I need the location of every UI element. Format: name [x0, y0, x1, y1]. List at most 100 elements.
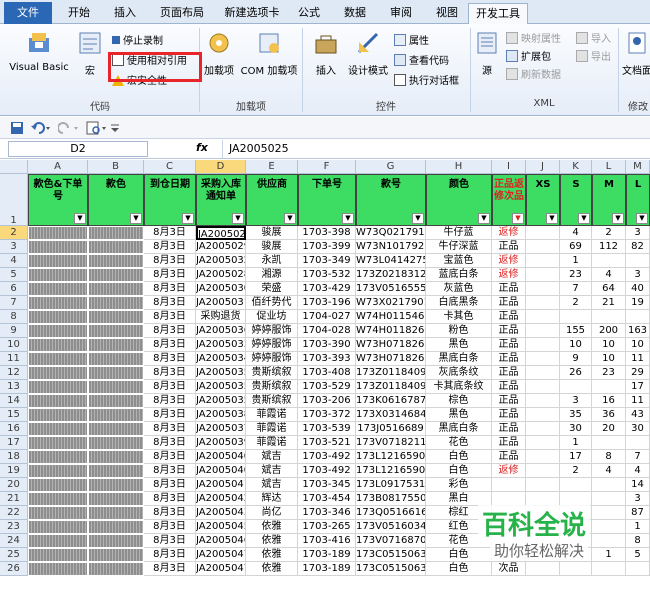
cell-H10[interactable]: 黑色: [426, 338, 492, 352]
cell-D14[interactable]: JA2005035: [196, 394, 246, 408]
cell-L20[interactable]: [592, 478, 626, 492]
cell-G24[interactable]: 173V0716870: [356, 534, 426, 548]
cell-B4[interactable]: [88, 254, 144, 268]
column-header-J[interactable]: J: [526, 160, 560, 174]
row-header-14[interactable]: 14: [0, 394, 28, 408]
cell-D15[interactable]: JA2005038: [196, 408, 246, 422]
cell-G25[interactable]: 173C0515063: [356, 548, 426, 562]
cell-E13[interactable]: 贵斯缤叙: [246, 380, 298, 394]
cell-I16[interactable]: 正品: [492, 422, 526, 436]
cell-A5[interactable]: [28, 268, 88, 282]
cell-I11[interactable]: 正品: [492, 352, 526, 366]
cell-G12[interactable]: 173Z0118409: [356, 366, 426, 380]
cell-M26[interactable]: [626, 562, 650, 576]
cell-F19[interactable]: 1703-492: [298, 464, 356, 478]
cell-K9[interactable]: 155: [560, 324, 592, 338]
cell-F8[interactable]: 1704-027: [298, 310, 356, 324]
cell-A15[interactable]: [28, 408, 88, 422]
row-header-3[interactable]: 3: [0, 240, 28, 254]
select-all-corner[interactable]: [0, 160, 28, 174]
cell-E15[interactable]: 菲霞诺: [246, 408, 298, 422]
cell-M23[interactable]: 1: [626, 520, 650, 534]
tab-6[interactable]: 数据: [336, 3, 374, 24]
column-header-M[interactable]: M: [626, 160, 650, 174]
cell-B25[interactable]: [88, 548, 144, 562]
cell-M11[interactable]: 11: [626, 352, 650, 366]
cell-F11[interactable]: 1703-393: [298, 352, 356, 366]
row-header-18[interactable]: 18: [0, 450, 28, 464]
expansion-packs-button[interactable]: 扩展包: [506, 50, 551, 66]
cell-G21[interactable]: 173B0817550: [356, 492, 426, 506]
column-header-H[interactable]: H: [426, 160, 492, 174]
cell-M12[interactable]: 29: [626, 366, 650, 380]
cell-A25[interactable]: [28, 548, 88, 562]
cell-H4[interactable]: 宝蓝色: [426, 254, 492, 268]
cell-C12[interactable]: 8月3日: [144, 366, 196, 380]
cell-M22[interactable]: 87: [626, 506, 650, 520]
cell-M21[interactable]: 3: [626, 492, 650, 506]
cell-F22[interactable]: 1703-346: [298, 506, 356, 520]
filter-dropdown-icon[interactable]: ▼: [284, 213, 296, 224]
cell-B19[interactable]: [88, 464, 144, 478]
tab-8[interactable]: 视图: [428, 3, 466, 24]
cell-B16[interactable]: [88, 422, 144, 436]
tab-0[interactable]: 文件: [4, 2, 52, 24]
cell-I12[interactable]: 正品: [492, 366, 526, 380]
cell-H15[interactable]: 黑色: [426, 408, 492, 422]
cell-I9[interactable]: 正品: [492, 324, 526, 338]
cell-L8[interactable]: [592, 310, 626, 324]
filter-dropdown-icon[interactable]: ▼: [546, 213, 558, 224]
cell-B21[interactable]: [88, 492, 144, 506]
cell-M16[interactable]: 30: [626, 422, 650, 436]
cell-K13[interactable]: [560, 380, 592, 394]
cell-M13[interactable]: 17: [626, 380, 650, 394]
cell-C13[interactable]: 8月3日: [144, 380, 196, 394]
cell-B9[interactable]: [88, 324, 144, 338]
cell-F21[interactable]: 1703-454: [298, 492, 356, 506]
filter-dropdown-icon[interactable]: ▼: [182, 213, 194, 224]
cell-J16[interactable]: [526, 422, 560, 436]
cell-A17[interactable]: [28, 436, 88, 450]
cell-C20[interactable]: 8月3日: [144, 478, 196, 492]
visual-basic-button[interactable]: Visual Basic: [8, 30, 70, 73]
cell-J21[interactable]: [526, 492, 560, 506]
cell-B6[interactable]: [88, 282, 144, 296]
cell-H20[interactable]: 彩色: [426, 478, 492, 492]
save-icon[interactable]: [10, 121, 24, 135]
cell-A7[interactable]: [28, 296, 88, 310]
column-header-B[interactable]: B: [88, 160, 144, 174]
cell-F3[interactable]: 1703-399: [298, 240, 356, 254]
cell-E18[interactable]: 斌吉: [246, 450, 298, 464]
cell-G13[interactable]: 173Z0118409: [356, 380, 426, 394]
filter-dropdown-icon[interactable]: ▼: [578, 213, 590, 224]
column-header-D[interactable]: D: [196, 160, 246, 174]
cell-C2[interactable]: 8月3日: [144, 226, 196, 240]
cell-J8[interactable]: [526, 310, 560, 324]
cell-A3[interactable]: [28, 240, 88, 254]
cell-M7[interactable]: 19: [626, 296, 650, 310]
cell-F2[interactable]: 1703-398: [298, 226, 356, 240]
cell-B13[interactable]: [88, 380, 144, 394]
column-header-C[interactable]: C: [144, 160, 196, 174]
cell-A16[interactable]: [28, 422, 88, 436]
cell-H16[interactable]: 黑底白条: [426, 422, 492, 436]
cell-C21[interactable]: 8月3日: [144, 492, 196, 506]
cell-K2[interactable]: 4: [560, 226, 592, 240]
cell-K20[interactable]: [560, 478, 592, 492]
filter-dropdown-icon[interactable]: ▼: [342, 213, 354, 224]
cell-K26[interactable]: [560, 562, 592, 576]
cell-D2[interactable]: JA2005025: [196, 226, 246, 240]
cell-E21[interactable]: 辉达: [246, 492, 298, 506]
cell-J13[interactable]: [526, 380, 560, 394]
cell-F7[interactable]: 1703-196: [298, 296, 356, 310]
cell-M15[interactable]: 43: [626, 408, 650, 422]
cell-G26[interactable]: 173C0515063: [356, 562, 426, 576]
cell-G20[interactable]: 173L0917531: [356, 478, 426, 492]
tab-4[interactable]: 新建选项卡: [220, 3, 284, 24]
cell-E3[interactable]: 骏展: [246, 240, 298, 254]
cell-L23[interactable]: [592, 520, 626, 534]
cell-D16[interactable]: JA2005037: [196, 422, 246, 436]
tab-9[interactable]: 开发工具: [468, 3, 528, 25]
cell-D9[interactable]: JA2005036: [196, 324, 246, 338]
cell-L3[interactable]: 112: [592, 240, 626, 254]
